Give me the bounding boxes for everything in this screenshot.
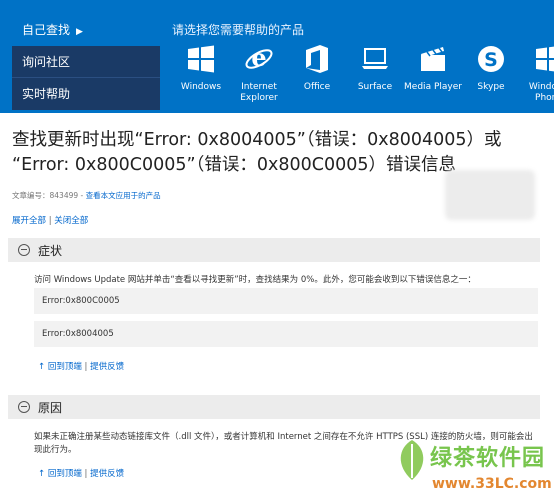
svg-text:e: e xyxy=(251,43,266,72)
nav-item-self-help[interactable]: 自己查找 ▶ xyxy=(12,14,160,46)
section-title: 原因 xyxy=(38,400,63,415)
nav-item-label: 询问社区 xyxy=(22,55,71,69)
surface-icon xyxy=(346,40,404,78)
product-label: Skype xyxy=(477,82,505,92)
collapse-all-link[interactable]: 关闭全部 xyxy=(54,216,88,226)
error-code: Error:0x8004005 xyxy=(34,321,538,347)
product-list: Windows e Internet Explorer Office Surfa… xyxy=(172,40,554,104)
separator: | xyxy=(84,362,88,372)
media-player-icon xyxy=(404,40,462,78)
back-to-top-link[interactable]: ↑ 回到顶端 xyxy=(38,362,82,372)
product-label: Windows xyxy=(528,82,554,92)
product-label: Media Player xyxy=(404,82,462,92)
article-title-line1: 查找更新时出现“Error: 0x8004005”（错误：0x8004005）或 xyxy=(12,130,502,150)
product-surface[interactable]: Surface xyxy=(346,40,404,104)
svg-text:S: S xyxy=(484,49,498,71)
section-header-symptoms[interactable]: 症状 xyxy=(8,238,540,262)
section-header-cause[interactable]: 原因 xyxy=(8,395,540,419)
chevron-right-icon: ▶ xyxy=(76,27,83,37)
feedback-link[interactable]: 提供反馈 xyxy=(90,362,124,372)
section-links: ↑ 回到顶端 | 提供反馈 xyxy=(38,467,124,479)
product-label: Office xyxy=(303,82,331,92)
article-meta: 文章编号：843499 - 查看本文应用于的产品 xyxy=(12,191,161,200)
product-skype[interactable]: S Skype xyxy=(462,40,520,104)
product-windows-phone[interactable]: Windows Phone xyxy=(520,40,554,104)
error-code: Error:0x800C0005 xyxy=(34,288,538,314)
expand-collapse-links: 展开全部 | 关闭全部 xyxy=(12,214,88,226)
separator: | xyxy=(48,216,52,226)
collapse-icon xyxy=(18,244,30,256)
leaf-icon xyxy=(400,440,424,480)
expand-all-link[interactable]: 展开全部 xyxy=(12,216,46,226)
product-label: Internet xyxy=(241,82,277,92)
section-title: 症状 xyxy=(38,243,63,258)
nav-item-community[interactable]: 询问社区 xyxy=(12,46,160,78)
product-media-player[interactable]: Media Player xyxy=(404,40,462,104)
product-internet-explorer[interactable]: e Internet Explorer xyxy=(230,40,288,104)
office-icon xyxy=(288,40,346,78)
separator: | xyxy=(84,469,88,479)
collapse-icon xyxy=(18,401,30,413)
internet-explorer-icon: e xyxy=(230,40,288,78)
skype-icon: S xyxy=(462,40,520,78)
product-label: Windows xyxy=(180,82,222,92)
product-label: Surface xyxy=(357,82,393,92)
feedback-link[interactable]: 提供反馈 xyxy=(90,469,124,479)
product-windows[interactable]: Windows xyxy=(172,40,230,104)
article-id: 文章编号：843499 xyxy=(12,191,79,200)
product-prompt: 请选择您需要帮助的产品 xyxy=(172,23,305,37)
help-nav: 自己查找 ▶ 询问社区 实时帮助 xyxy=(12,14,160,110)
product-office[interactable]: Office xyxy=(288,40,346,104)
windows-icon xyxy=(172,40,230,78)
watermark-logo: 绿茶软件园 www.33LC.com xyxy=(392,436,552,498)
nav-item-label: 自己查找 xyxy=(22,23,71,37)
nav-item-live-help[interactable]: 实时帮助 xyxy=(12,78,160,110)
applies-to-link[interactable]: 查看本文应用于的产品 xyxy=(86,191,161,200)
windows-phone-icon xyxy=(520,40,554,78)
product-label-line2: Phone xyxy=(535,93,554,103)
blurred-image xyxy=(445,170,535,220)
section-links: ↑ 回到顶端 | 提供反馈 xyxy=(38,360,124,372)
watermark-name: 绿茶软件园 xyxy=(430,446,546,471)
section-text: 访问 Windows Update 网站并单击“查看以寻找更新”时，查找结果为 … xyxy=(34,275,476,285)
watermark-url: www.33LC.com xyxy=(432,476,552,492)
back-to-top-link[interactable]: ↑ 回到顶端 xyxy=(38,469,82,479)
nav-item-label: 实时帮助 xyxy=(22,87,71,101)
product-banner: 自己查找 ▶ 询问社区 实时帮助 请选择您需要帮助的产品 Windows e In… xyxy=(0,0,554,113)
product-label-line2: Explorer xyxy=(240,93,278,103)
